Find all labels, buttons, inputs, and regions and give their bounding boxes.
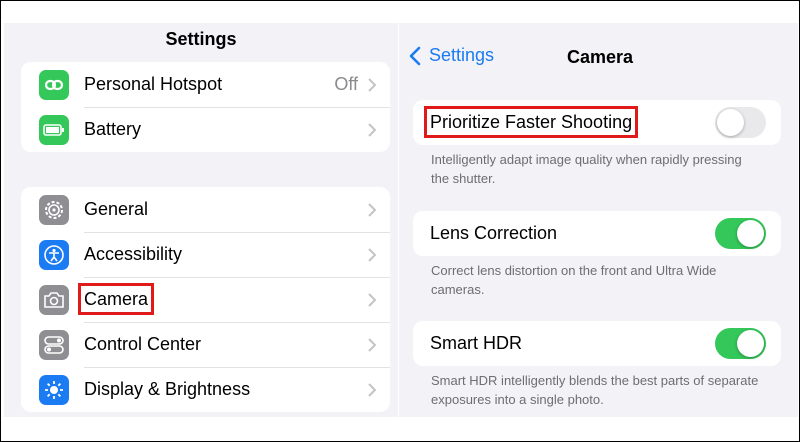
status-value: Off bbox=[334, 74, 358, 94]
option-label: Prioritize Faster Shooting bbox=[423, 106, 715, 138]
toggle-knob bbox=[717, 109, 744, 136]
battery-icon bbox=[39, 114, 69, 145]
settings-list-pane: Settings Personal Hotspot Off Battery Ge… bbox=[4, 23, 398, 417]
page-title: Settings bbox=[165, 29, 237, 49]
settings-row-personal-hotspot[interactable]: Personal Hotspot Off bbox=[21, 62, 390, 107]
smart-hdr-toggle[interactable] bbox=[715, 328, 766, 359]
settings-row-label: Battery bbox=[84, 119, 142, 139]
settings-row-label: Display & Brightness bbox=[84, 379, 251, 399]
camera-icon bbox=[39, 284, 69, 315]
back-label: Settings bbox=[429, 45, 495, 65]
option-footer: Smart HDR intelligently blends the best … bbox=[431, 373, 759, 407]
chevron-right-icon bbox=[368, 202, 376, 217]
option-label: Lens Correction bbox=[430, 223, 558, 243]
option-prioritize-faster-shooting: Prioritize Faster Shooting bbox=[413, 100, 781, 145]
accessibility-icon bbox=[39, 239, 69, 270]
page-title: Camera bbox=[567, 47, 634, 67]
toggle-knob bbox=[737, 220, 764, 247]
settings-row-label: Camera bbox=[77, 283, 368, 315]
settings-row-display-brightness[interactable]: Display & Brightness bbox=[21, 367, 390, 412]
option-smart-hdr: Smart HDR bbox=[413, 321, 781, 366]
option-label: Smart HDR bbox=[430, 333, 523, 353]
chevron-right-icon bbox=[368, 122, 376, 137]
toggles-icon bbox=[39, 329, 69, 360]
settings-row-label: Control Center bbox=[84, 334, 202, 354]
settings-group-system: General Accessibility Camera Control Cen… bbox=[21, 187, 390, 412]
hotspot-link-icon bbox=[39, 69, 69, 100]
gear-icon bbox=[39, 194, 69, 225]
screenshot-frame: Settings Personal Hotspot Off Battery Ge… bbox=[0, 0, 800, 442]
settings-row-control-center[interactable]: Control Center bbox=[21, 322, 390, 367]
settings-row-accessibility[interactable]: Accessibility bbox=[21, 232, 390, 277]
chevron-right-icon bbox=[368, 337, 376, 352]
chevron-right-icon bbox=[368, 77, 376, 92]
prioritize-faster-shooting-toggle[interactable] bbox=[715, 107, 766, 138]
back-button[interactable]: Settings bbox=[409, 45, 494, 66]
option-footer: Correct lens distortion on the front and… bbox=[431, 263, 717, 297]
prioritize-faster-shooting-label: Prioritize Faster Shooting bbox=[423, 106, 639, 138]
chevron-right-icon bbox=[368, 382, 376, 397]
option-footer: Intelligently adapt image quality when r… bbox=[431, 152, 742, 186]
settings-row-camera[interactable]: Camera bbox=[21, 277, 390, 322]
settings-row-general[interactable]: General bbox=[21, 187, 390, 232]
chevron-right-icon bbox=[368, 247, 376, 262]
chevron-right-icon bbox=[368, 292, 376, 307]
settings-group-connectivity: Personal Hotspot Off Battery bbox=[21, 62, 390, 152]
settings-row-battery[interactable]: Battery bbox=[21, 107, 390, 152]
settings-row-label: Personal Hotspot bbox=[84, 74, 223, 94]
chevron-left-icon bbox=[409, 46, 421, 65]
lens-correction-toggle[interactable] bbox=[715, 218, 766, 249]
toggle-knob bbox=[737, 330, 764, 357]
option-lens-correction: Lens Correction bbox=[413, 211, 781, 256]
camera-settings-pane: Settings Camera Prioritize Faster Shooti… bbox=[399, 23, 798, 417]
settings-row-label: Accessibility bbox=[84, 244, 183, 264]
settings-row-label: General bbox=[84, 199, 149, 219]
sun-icon bbox=[39, 374, 69, 405]
camera-label: Camera bbox=[77, 283, 155, 315]
